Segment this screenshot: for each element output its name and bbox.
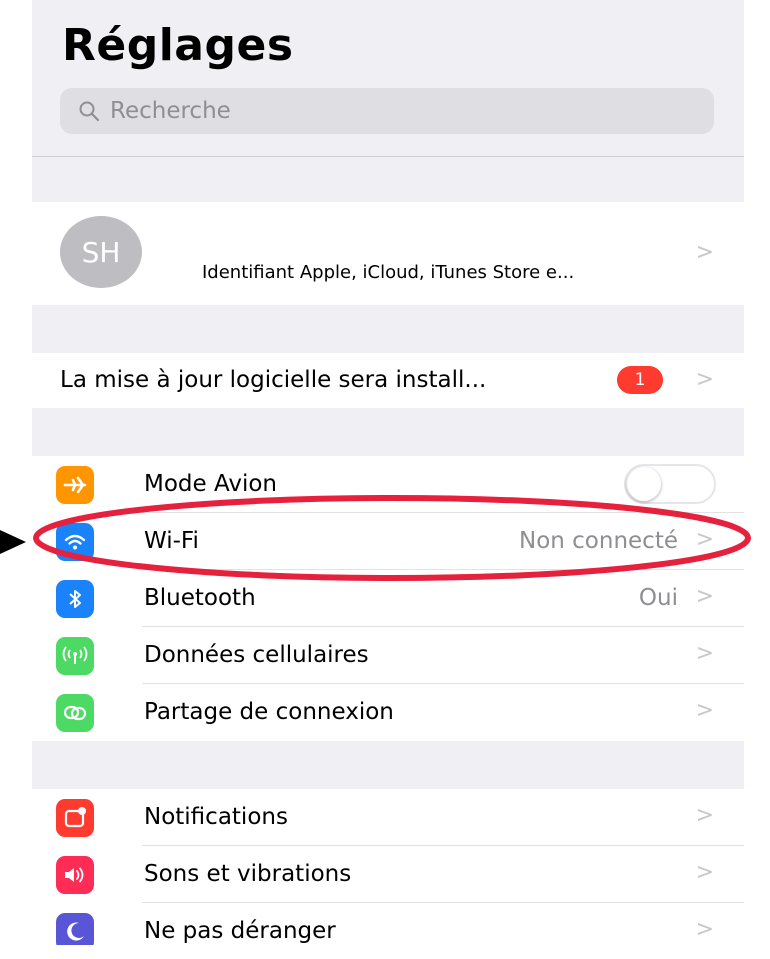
airplane-mode-label: Mode Avion	[144, 471, 278, 497]
wifi-icon	[56, 523, 94, 561]
notifications-row[interactable]: Notifications >	[32, 789, 744, 846]
speaker-icon	[56, 856, 94, 894]
chevron-right-icon: >	[695, 917, 714, 942]
airplane-mode-toggle[interactable]	[624, 464, 716, 504]
software-update-row[interactable]: La mise à jour logicielle sera install..…	[32, 353, 744, 408]
bluetooth-label: Bluetooth	[144, 585, 256, 611]
antenna-icon	[56, 637, 94, 675]
wifi-status: Non connecté	[518, 528, 678, 554]
chevron-right-icon: >	[695, 803, 714, 828]
cellular-data-label: Données cellulaires	[144, 642, 369, 668]
chevron-right-icon: >	[695, 527, 714, 552]
connectivity-group: Mode Avion Wi-Fi Non connecté > Bluetoot…	[32, 456, 744, 741]
search-bar[interactable]	[60, 88, 714, 134]
search-icon	[79, 101, 100, 122]
chevron-right-icon: >	[695, 698, 714, 723]
notifications-label: Notifications	[144, 804, 288, 830]
bluetooth-icon	[56, 580, 94, 618]
general-group: Notifications > Sons et vibrations > Ne …	[32, 789, 744, 945]
wifi-row[interactable]: Wi-Fi Non connecté >	[32, 513, 744, 570]
software-update-label: La mise à jour logicielle sera install..…	[60, 367, 487, 393]
sounds-row[interactable]: Sons et vibrations >	[32, 846, 744, 903]
bluetooth-status: Oui	[638, 585, 678, 611]
chevron-right-icon: >	[695, 584, 714, 609]
apple-id-subtitle: Identifiant Apple, iCloud, iTunes Store …	[202, 262, 575, 283]
do-not-disturb-label: Ne pas déranger	[144, 918, 336, 944]
airplane-mode-row: Mode Avion	[32, 456, 744, 513]
chevron-right-icon: >	[695, 367, 714, 392]
sounds-label: Sons et vibrations	[144, 861, 352, 887]
notifications-icon	[56, 799, 94, 837]
link-icon	[56, 694, 94, 732]
search-input[interactable]	[108, 97, 672, 125]
pointer-arrow-icon	[0, 530, 26, 554]
chevron-right-icon: >	[695, 641, 714, 666]
divider	[32, 156, 744, 157]
bluetooth-row[interactable]: Bluetooth Oui >	[32, 570, 744, 627]
apple-id-row[interactable]: SH Identifiant Apple, iCloud, iTunes Sto…	[32, 202, 744, 305]
do-not-disturb-row[interactable]: Ne pas déranger >	[32, 903, 744, 945]
airplane-icon	[56, 466, 94, 504]
page-title: Réglages	[62, 20, 294, 71]
settings-screen: Réglages SH Identifiant Apple, iCloud, i…	[32, 0, 744, 945]
wifi-label: Wi-Fi	[144, 528, 199, 554]
chevron-right-icon: >	[695, 860, 714, 885]
hotspot-row[interactable]: Partage de connexion >	[32, 684, 744, 741]
avatar: SH	[60, 216, 142, 288]
cellular-data-row[interactable]: Données cellulaires >	[32, 627, 744, 684]
chevron-right-icon: >	[695, 240, 714, 265]
moon-icon	[56, 913, 94, 945]
update-badge: 1	[617, 366, 663, 394]
hotspot-label: Partage de connexion	[144, 699, 394, 725]
